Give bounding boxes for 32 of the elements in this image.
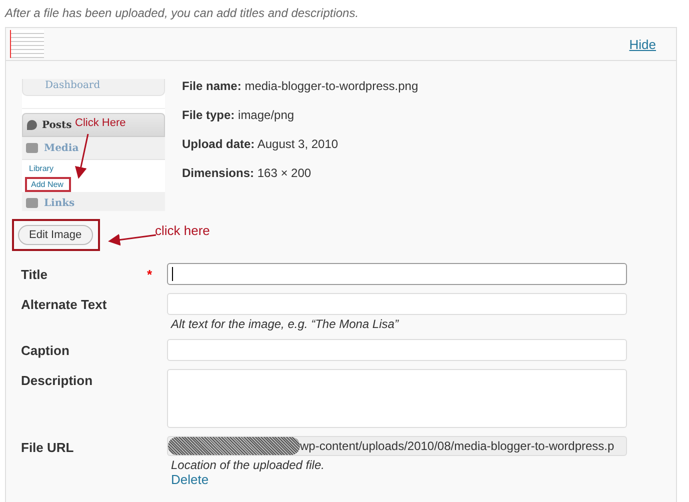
hide-link[interactable]: Hide	[629, 36, 656, 52]
field-label: Title	[21, 267, 48, 284]
url-field[interactable]: wp-content/uploads/2010/08/media-blogger-to-wordpress.p	[167, 436, 627, 456]
menu-label: Links	[44, 198, 75, 208]
file-info-text: File type: image/png	[182, 108, 296, 124]
field-label: Alternate Text	[21, 297, 107, 314]
menu-icon	[26, 143, 38, 153]
required-mark: *	[146, 267, 152, 284]
file-info-text: File name: media-blogger-to-wordpress.png	[182, 79, 418, 95]
menu-label: Dashboard	[45, 80, 100, 91]
pin-icon	[27, 120, 37, 130]
thumbnail-image[interactable]	[10, 30, 44, 58]
annotation-text: click here	[155, 223, 210, 238]
menu-label: Library	[28, 162, 54, 174]
file-info-text: Dimensions: 163 × 200	[182, 166, 312, 182]
menu-label: Media	[44, 142, 79, 154]
field-hint: Alt text for the image, e.g. “The Mona Lisa”	[170, 316, 400, 331]
menu-icon	[26, 198, 38, 208]
field-label: Caption	[21, 343, 70, 360]
annotation-arrow	[108, 234, 156, 246]
field-hint: Location of the uploaded file.	[170, 457, 326, 472]
file-info-text: Upload date: August 3, 2010	[182, 137, 340, 153]
text-area[interactable]	[167, 369, 627, 428]
field-label: File URL	[21, 440, 74, 457]
intro-text: After a file has been uploaded, you can add titles and descriptions.	[4, 5, 360, 22]
menu-label: Add New	[25, 176, 72, 192]
annotation-text: Click Here	[75, 117, 126, 129]
field-label: Description	[21, 373, 93, 390]
delete-link[interactable]: Delete	[171, 472, 209, 487]
text-field[interactable]	[167, 263, 627, 285]
menu-label: Posts	[42, 120, 72, 130]
edit-image-button[interactable]: Edit Image	[18, 225, 93, 245]
